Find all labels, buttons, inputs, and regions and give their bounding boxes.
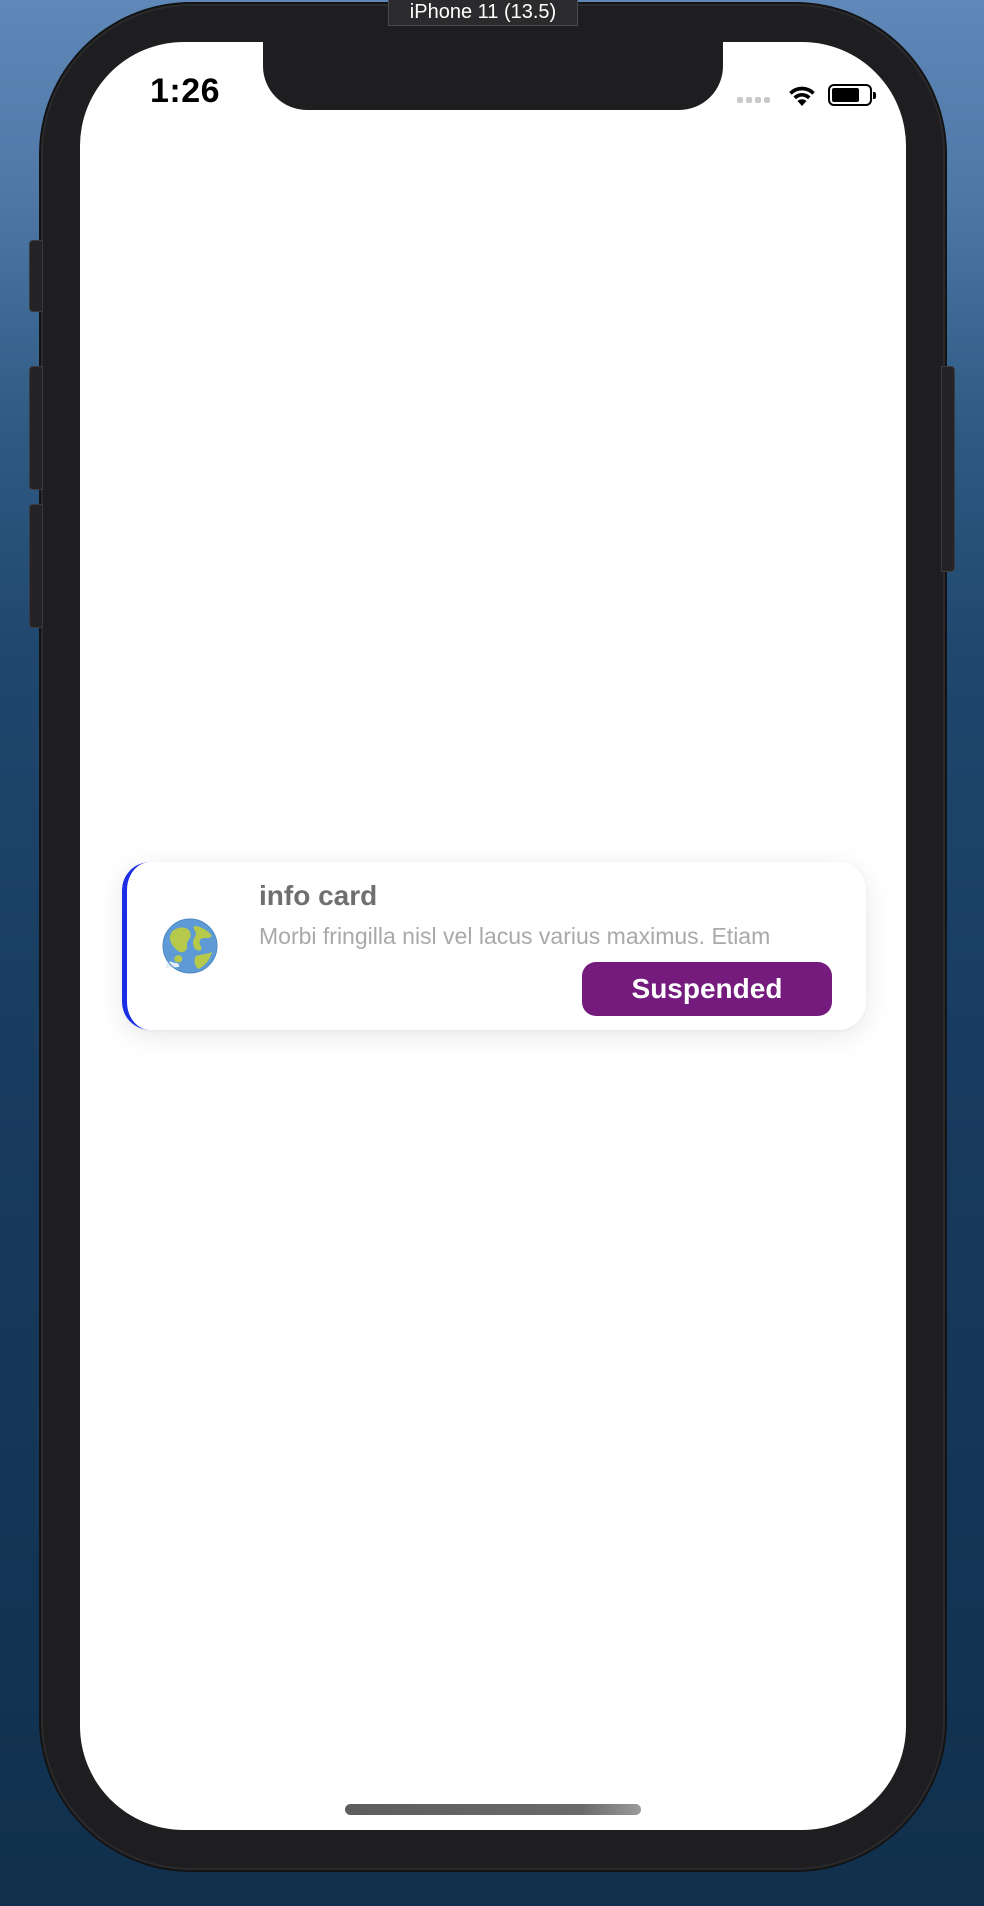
cellular-signal-icon: [737, 87, 770, 103]
status-bar-time: 1:26: [150, 72, 221, 110]
info-card[interactable]: info card Morbi fringilla nisl vel lacus…: [122, 862, 866, 1030]
card-description: Morbi fringilla nisl vel lacus varius ma…: [259, 923, 771, 949]
device-screen: 1:26 info card Morbi fringilla nisl vel …: [80, 42, 906, 1830]
volume-down-button: [29, 504, 43, 628]
suspended-status-button[interactable]: Suspended: [582, 962, 832, 1016]
wifi-icon: [789, 86, 815, 106]
simulator-device-label: iPhone 11 (13.5): [388, 0, 578, 26]
card-title: info card: [259, 880, 378, 911]
power-button: [941, 366, 955, 572]
mute-switch: [29, 240, 43, 312]
home-indicator[interactable]: [345, 1804, 641, 1815]
card-accent-bar: [122, 862, 150, 1030]
camera-notch: [263, 42, 723, 110]
battery-icon: [828, 84, 876, 106]
status-bar-icons: [737, 80, 876, 110]
volume-up-button: [29, 366, 43, 490]
globe-icon: [162, 918, 218, 974]
